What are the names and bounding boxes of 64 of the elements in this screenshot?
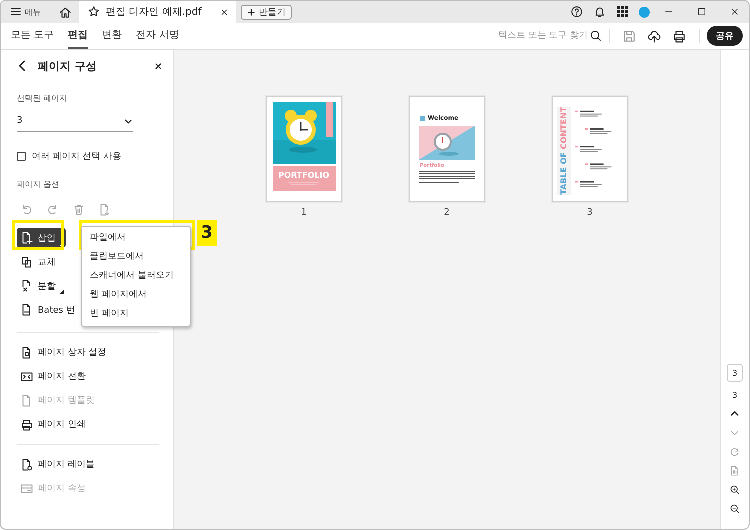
close-icon[interactable] (730, 7, 740, 17)
callout-number: 3 (197, 220, 217, 246)
document-title: 편집 디자인 예제.pdf (106, 6, 202, 19)
zoom-out-icon[interactable] (730, 504, 740, 514)
toolbar-tab[interactable]: 모든 도구 (11, 23, 54, 49)
window-icon (21, 482, 33, 494)
new-button[interactable]: 만들기 (240, 4, 292, 20)
toc-title: TABLE OF CONTENT (560, 107, 568, 195)
page-number: 1 (301, 208, 307, 218)
pages-icon (21, 256, 33, 268)
page-tool-item[interactable]: 페이지 전환 (21, 369, 86, 384)
share-button[interactable]: 공유 (707, 26, 743, 46)
page-tool-item[interactable]: 페이지 상자 설정 (21, 345, 107, 360)
maximize-icon[interactable] (697, 7, 707, 17)
close-icon[interactable] (154, 62, 163, 70)
document-tab[interactable]: 편집 디자인 예제.pdf (79, 1, 236, 23)
toolbar-tab[interactable]: 전자 서명 (136, 23, 180, 49)
star-icon[interactable] (88, 6, 100, 18)
menu-icon (10, 6, 22, 18)
slide-icon (21, 370, 33, 382)
field-label: 선택된 페이지 (17, 93, 69, 104)
page-label-icon (21, 458, 33, 470)
page-split-icon (21, 280, 33, 292)
help-icon[interactable] (571, 6, 583, 18)
page-action-button[interactable]: 교체 (17, 252, 66, 272)
toolbar-tab[interactable]: 변환 (102, 23, 122, 49)
page-number: 3 (587, 208, 593, 218)
page-action-button[interactable]: 분할 (17, 276, 66, 296)
search-field[interactable]: 텍스트 또는 도구 찾기 (474, 30, 602, 42)
cover-title: PORTFOLIO (278, 171, 330, 180)
page-icon (21, 304, 33, 316)
printer-icon (21, 418, 33, 430)
menu-button[interactable]: 메뉴 (10, 6, 41, 18)
page-tool-item[interactable]: 페이지 인쇄 (21, 417, 86, 432)
checkbox[interactable] (17, 152, 26, 161)
printer-icon[interactable] (673, 30, 686, 42)
page-count: 3 (732, 391, 738, 400)
search-icon (590, 30, 602, 42)
square-bullet (420, 116, 425, 121)
menu-item[interactable]: 스캐너에서 불러오기 (82, 267, 190, 286)
chevron-up-icon[interactable] (730, 409, 740, 419)
close-icon[interactable] (220, 8, 229, 16)
page-number: 2 (444, 208, 450, 218)
page-icon (21, 394, 33, 406)
page-number-field[interactable]: 3 (727, 364, 743, 382)
toolbar-tab[interactable]: 편집 (68, 23, 88, 49)
panel-title: 페이지 구성 (38, 58, 97, 74)
save-icon[interactable] (623, 30, 636, 42)
apps-grid-icon[interactable] (617, 6, 629, 18)
section-label: 페이지 옵션 (17, 179, 61, 190)
menu-item[interactable]: 파일에서 (82, 229, 190, 248)
text-lines-drawing (419, 171, 475, 185)
zoom-in-icon[interactable] (730, 485, 740, 495)
page-box-icon (21, 346, 33, 358)
page-tool-item[interactable]: 페이지 레이블 (21, 457, 95, 472)
checkbox-label: 여러 페이지 선택 사용 (32, 151, 122, 163)
bell-icon[interactable] (594, 6, 606, 18)
menu-item[interactable]: 클립보드에서 (82, 248, 190, 267)
page-dropdown[interactable]: 3 (17, 116, 133, 132)
plus-icon (246, 8, 256, 16)
upload-icon[interactable] (648, 30, 661, 42)
highlight-frame (12, 220, 64, 250)
page-plus-icon (21, 232, 33, 244)
home-icon[interactable] (59, 6, 72, 18)
